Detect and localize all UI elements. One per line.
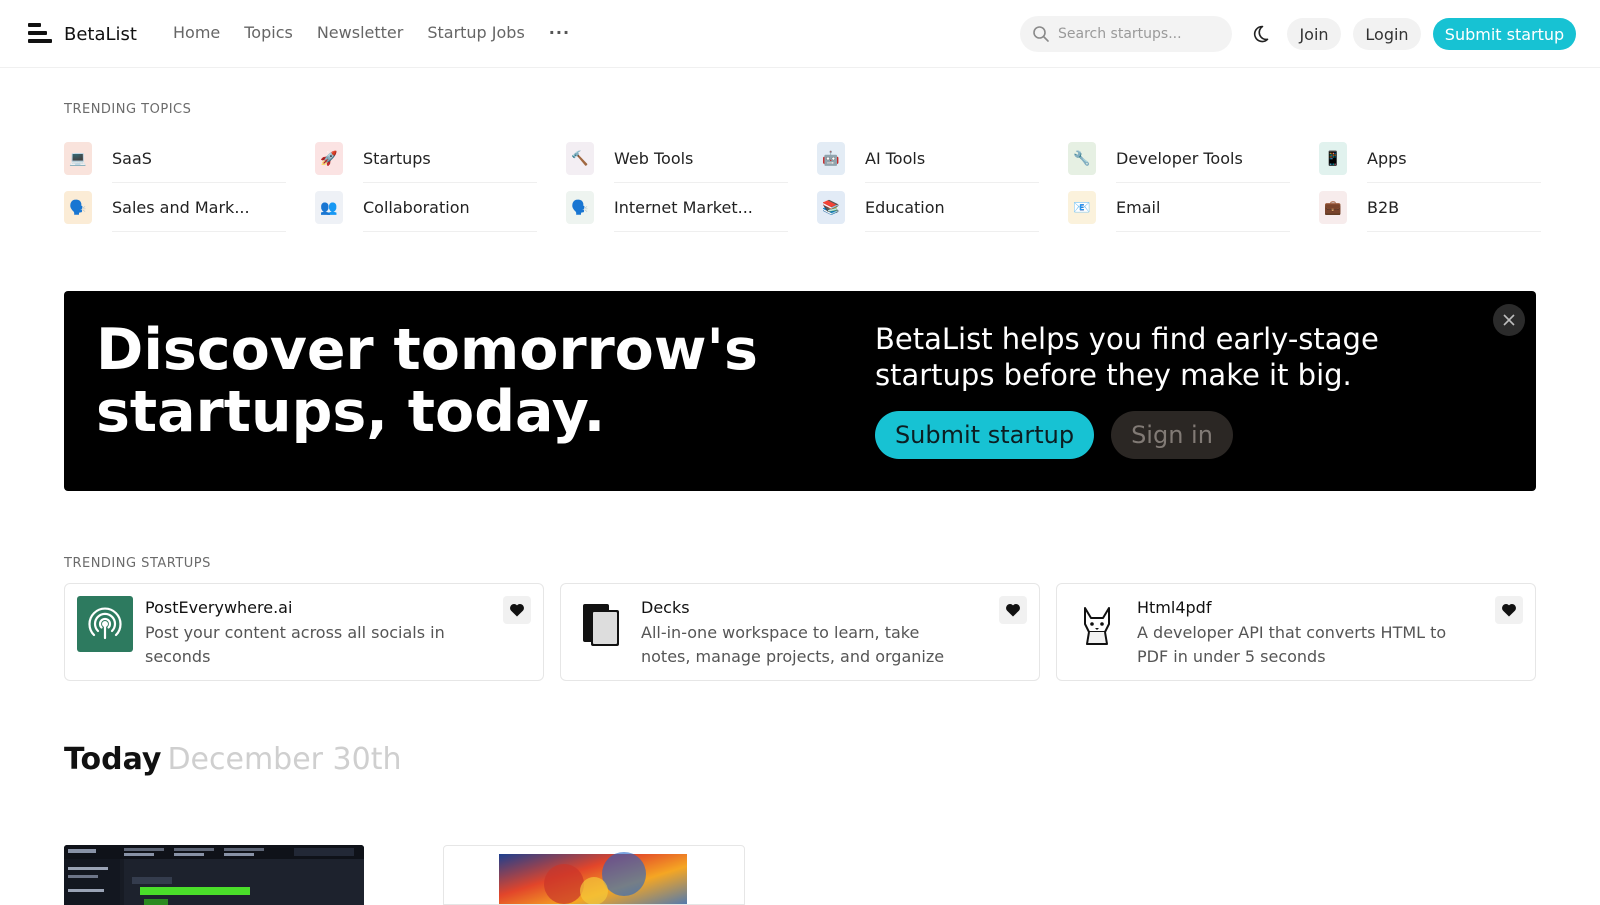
search-input[interactable]: [1058, 26, 1218, 42]
trending-topics-heading: TRENDING TOPICS: [64, 102, 192, 117]
nav-startup-jobs[interactable]: Startup Jobs: [427, 23, 524, 42]
topic-item[interactable]: 📧 Email: [1068, 183, 1319, 232]
startup-card[interactable]: Html4pdf A developer API that converts H…: [1056, 583, 1536, 681]
topic-label: Internet Market...: [614, 183, 788, 232]
main-nav: Home Topics Newsletter Startup Jobs ···: [173, 23, 570, 42]
topic-item[interactable]: 📚 Education: [817, 183, 1068, 232]
decks-logo-icon: [573, 596, 629, 652]
startup-screenshot-thumbnail[interactable]: [443, 845, 745, 905]
login-button[interactable]: Login: [1353, 18, 1421, 50]
briefcase-icon: 💼: [1319, 191, 1347, 224]
topic-item[interactable]: 🔨 Web Tools: [566, 134, 817, 183]
topic-label: Education: [865, 183, 1039, 232]
startup-description: All-in-one workspace to learn, take note…: [641, 623, 945, 666]
topic-label: Web Tools: [614, 134, 788, 183]
nav-topics[interactable]: Topics: [244, 23, 293, 42]
topic-label: Collaboration: [363, 183, 537, 232]
topic-item[interactable]: 📱 Apps: [1319, 134, 1570, 183]
speaking-head-icon: 🗣️: [566, 191, 594, 224]
search-box[interactable]: [1020, 16, 1232, 52]
hero-submit-startup-button[interactable]: Submit startup: [875, 411, 1094, 459]
startup-description: A developer API that converts HTML to PD…: [1137, 623, 1447, 666]
topic-label: Apps: [1367, 134, 1541, 183]
trending-topics-grid: 💻 SaaS 🚀 Startups 🔨 Web Tools 🤖 AI Tools 🔧 Develo…: [64, 134, 1541, 232]
phone-icon: 📱: [1319, 142, 1347, 175]
robot-icon: 🤖: [817, 142, 845, 175]
top-header: BetaList Home Topics Newsletter Startup …: [0, 0, 1600, 68]
betalist-logo[interactable]: BetaList: [28, 22, 137, 46]
search-icon: [1033, 26, 1049, 42]
topic-label: B2B: [1367, 183, 1541, 232]
trending-startups-heading: TRENDING STARTUPS: [64, 556, 211, 571]
brand-name: BetaList: [64, 23, 137, 45]
wrench-icon: 🔧: [1068, 142, 1096, 175]
laptop-icon: 💻: [64, 142, 92, 175]
topic-label: Developer Tools: [1116, 134, 1290, 183]
startup-screenshot-thumbnail[interactable]: [64, 845, 364, 905]
topic-item[interactable]: 🤖 AI Tools: [817, 134, 1068, 183]
people-icon: 👥: [315, 191, 343, 224]
today-date: December 30th: [167, 742, 402, 777]
topic-item[interactable]: 🔧 Developer Tools: [1068, 134, 1319, 183]
heart-icon: [1502, 604, 1516, 617]
fox-icon: [1069, 596, 1125, 652]
today-label: Today: [64, 742, 162, 777]
topic-item[interactable]: 💼 B2B: [1319, 183, 1570, 232]
topic-label: Sales and Mark...: [112, 183, 286, 232]
topic-item[interactable]: 🗣️ Sales and Mark...: [64, 183, 315, 232]
upvote-button[interactable]: [1495, 596, 1523, 624]
broadcast-icon: [77, 596, 133, 652]
topic-label: SaaS: [112, 134, 286, 183]
heart-icon: [510, 604, 524, 617]
betalist-mark-icon: [28, 22, 52, 46]
upvote-button[interactable]: [503, 596, 531, 624]
nav-more-button[interactable]: ···: [549, 23, 570, 42]
startup-name[interactable]: PostEverywhere.ai: [145, 598, 292, 617]
topic-item[interactable]: 🗣️ Internet Market...: [566, 183, 817, 232]
close-icon: [1503, 314, 1515, 326]
startup-name[interactable]: Html4pdf: [1137, 598, 1211, 617]
hero-subtitle: BetaList helps you find early-stage star…: [875, 322, 1379, 392]
envelope-icon: 📧: [1068, 191, 1096, 224]
today-heading: Today December 30th: [64, 742, 402, 777]
speaking-head-icon: 🗣️: [64, 191, 92, 224]
startup-card[interactable]: PostEverywhere.ai Post your content acro…: [64, 583, 544, 681]
topic-item[interactable]: 💻 SaaS: [64, 134, 315, 183]
startup-card[interactable]: Decks All-in-one workspace to learn, tak…: [560, 583, 1040, 681]
join-button[interactable]: Join: [1287, 18, 1341, 50]
nav-newsletter[interactable]: Newsletter: [317, 23, 404, 42]
topic-label: Startups: [363, 134, 537, 183]
rocket-icon: 🚀: [315, 142, 343, 175]
startup-name[interactable]: Decks: [641, 598, 690, 617]
hero-close-button[interactable]: [1493, 304, 1525, 336]
topic-label: Email: [1116, 183, 1290, 232]
nav-home[interactable]: Home: [173, 23, 220, 42]
hero-title: Discover tomorrow's startups, today.: [96, 317, 758, 445]
trending-startups-list: PostEverywhere.ai Post your content acro…: [64, 583, 1536, 681]
hero-sign-in-button[interactable]: Sign in: [1111, 411, 1233, 459]
topic-item[interactable]: 🚀 Startups: [315, 134, 566, 183]
dark-mode-toggle-icon[interactable]: [1249, 23, 1271, 45]
heart-icon: [1006, 604, 1020, 617]
topic-item[interactable]: 👥 Collaboration: [315, 183, 566, 232]
hammer-icon: 🔨: [566, 142, 594, 175]
books-icon: 📚: [817, 191, 845, 224]
startup-description: Post your content across all socials in …: [145, 623, 445, 666]
hero-banner: Discover tomorrow's startups, today. Bet…: [64, 291, 1536, 491]
topic-label: AI Tools: [865, 134, 1039, 183]
submit-startup-button[interactable]: Submit startup: [1433, 18, 1576, 50]
upvote-button[interactable]: [999, 596, 1027, 624]
